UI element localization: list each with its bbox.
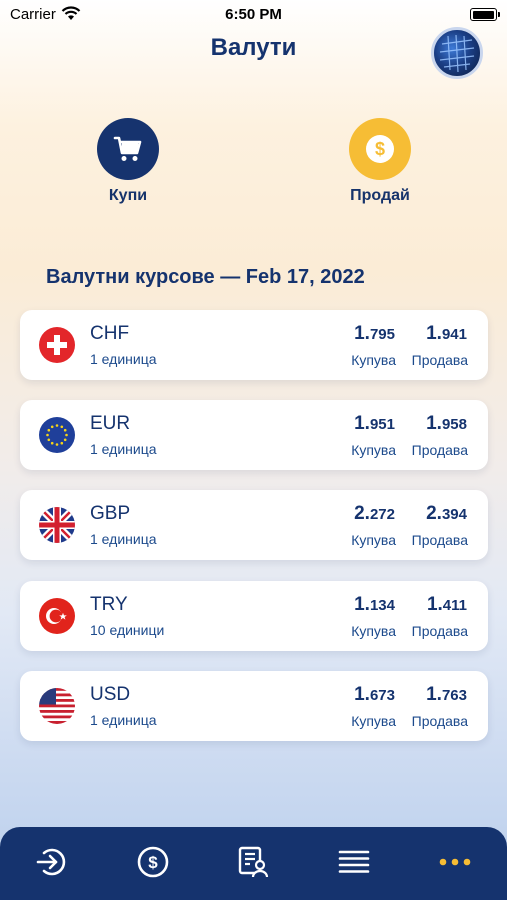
buy-rate-dec: 272 [369, 506, 395, 523]
currency-card-chf[interactable]: CHF 1 единица 1.795 1.941 Купува Продава [20, 310, 488, 380]
buy-rate-label: Купува [351, 713, 396, 729]
buy-rate-dec: 134 [369, 597, 395, 614]
sell-rate-int: 2. [426, 503, 442, 524]
currency-card-usd[interactable]: USD 1 единица 1.673 1.763 Купува Продава [20, 671, 488, 741]
avatar-image [439, 34, 475, 73]
buy-rate: 1.134 [354, 594, 395, 616]
currency-card-eur[interactable]: EUR 1 единица 1.951 1.958 Купува Продава [20, 400, 488, 470]
buy-rate: 1.795 [354, 323, 395, 345]
sell-rate-dec: 941 [441, 326, 467, 343]
status-bar: Carrier 6:50 PM [0, 0, 507, 30]
buy-rate: 2.272 [354, 503, 395, 525]
sell-rate-int: 1. [426, 594, 443, 615]
more-dots-icon [439, 858, 471, 866]
clock: 6:50 PM [225, 6, 282, 23]
sell-button[interactable]: $ [349, 118, 411, 180]
eu-flag-icon [39, 417, 75, 453]
svg-text:$: $ [148, 853, 158, 872]
sell-label: Продай [350, 187, 410, 204]
sell-rate-label: Продава [411, 532, 468, 548]
sell-rate-label: Продава [411, 352, 468, 368]
sell-rate-dec: 411 [442, 597, 467, 614]
buy-rate-int: 1. [354, 323, 370, 344]
dollar-coin-icon: $ [137, 846, 169, 878]
avatar[interactable] [431, 27, 483, 79]
uk-flag-icon [39, 507, 75, 543]
buy-rate-int: 2. [354, 503, 370, 524]
currency-unit: 1 единица [90, 531, 157, 547]
buy-rate-label: Купува [351, 532, 396, 548]
currency-unit: 10 единици [90, 622, 165, 638]
tab-bar: $ [0, 827, 507, 900]
battery-icon [470, 8, 500, 21]
sell-rate: 1.411 [427, 594, 467, 616]
us-flag-icon [39, 688, 75, 724]
currency-code: CHF [90, 323, 130, 344]
currency-card-gbp[interactable]: GBP 1 единица 2.272 2.394 Купува Продава [20, 490, 488, 560]
buy-rate-int: 1. [354, 594, 370, 615]
tab-list[interactable] [337, 845, 371, 879]
buy-action[interactable]: Купи [78, 118, 178, 205]
tab-currencies[interactable]: $ [136, 845, 170, 879]
currency-code: USD [90, 684, 131, 705]
tab-documents[interactable] [236, 845, 270, 879]
currency-code: GBP [90, 503, 131, 524]
login-icon [36, 848, 66, 876]
sell-rate-label: Продава [411, 623, 468, 639]
sell-action[interactable]: $ Продай [330, 118, 430, 205]
buy-rate-label: Купува [351, 623, 396, 639]
buy-rate: 1.673 [354, 684, 395, 706]
list-icon [338, 850, 370, 873]
swiss-flag-icon [39, 327, 75, 363]
sell-rate-int: 1. [426, 323, 442, 344]
svg-text:$: $ [375, 139, 385, 159]
buy-rate-label: Купува [351, 442, 396, 458]
cart-icon [113, 136, 142, 161]
currency-code: EUR [90, 413, 131, 434]
currency-unit: 1 единица [90, 441, 157, 457]
sell-rate-dec: 763 [441, 687, 467, 704]
sell-rate-int: 1. [426, 684, 442, 705]
sell-rate: 1.941 [426, 323, 467, 345]
dollar-coin-icon: $ [366, 135, 394, 163]
buy-rate-dec: 795 [369, 326, 395, 343]
sell-rate: 1.958 [426, 413, 467, 435]
sell-rate-int: 1. [426, 413, 442, 434]
currency-code: TRY [90, 594, 128, 615]
sell-rate-dec: 958 [441, 416, 467, 433]
sell-rate: 1.763 [426, 684, 467, 706]
turkey-flag-icon [39, 598, 75, 634]
currency-unit: 1 единица [90, 351, 157, 367]
tab-login[interactable] [35, 845, 69, 879]
tab-more[interactable] [438, 845, 472, 879]
sell-rate: 2.394 [426, 503, 467, 525]
sell-rate-label: Продава [411, 713, 468, 729]
buy-rate: 1.951 [354, 413, 395, 435]
buy-button[interactable] [97, 118, 159, 180]
buy-rate-int: 1. [354, 684, 370, 705]
buy-rate-int: 1. [354, 413, 370, 434]
buy-rate-label: Купува [351, 352, 396, 368]
currency-card-try[interactable]: TRY 10 единици 1.134 1.411 Купува Продав… [20, 581, 488, 651]
document-person-icon [238, 846, 269, 878]
section-title: Валутни курсове — Feb 17, 2022 [46, 266, 365, 288]
buy-label: Купи [108, 187, 148, 204]
sell-rate-dec: 394 [441, 506, 467, 523]
currency-unit: 1 единица [90, 712, 157, 728]
buy-rate-dec: 673 [369, 687, 395, 704]
sell-rate-label: Продава [411, 442, 468, 458]
buy-rate-dec: 951 [369, 416, 395, 433]
